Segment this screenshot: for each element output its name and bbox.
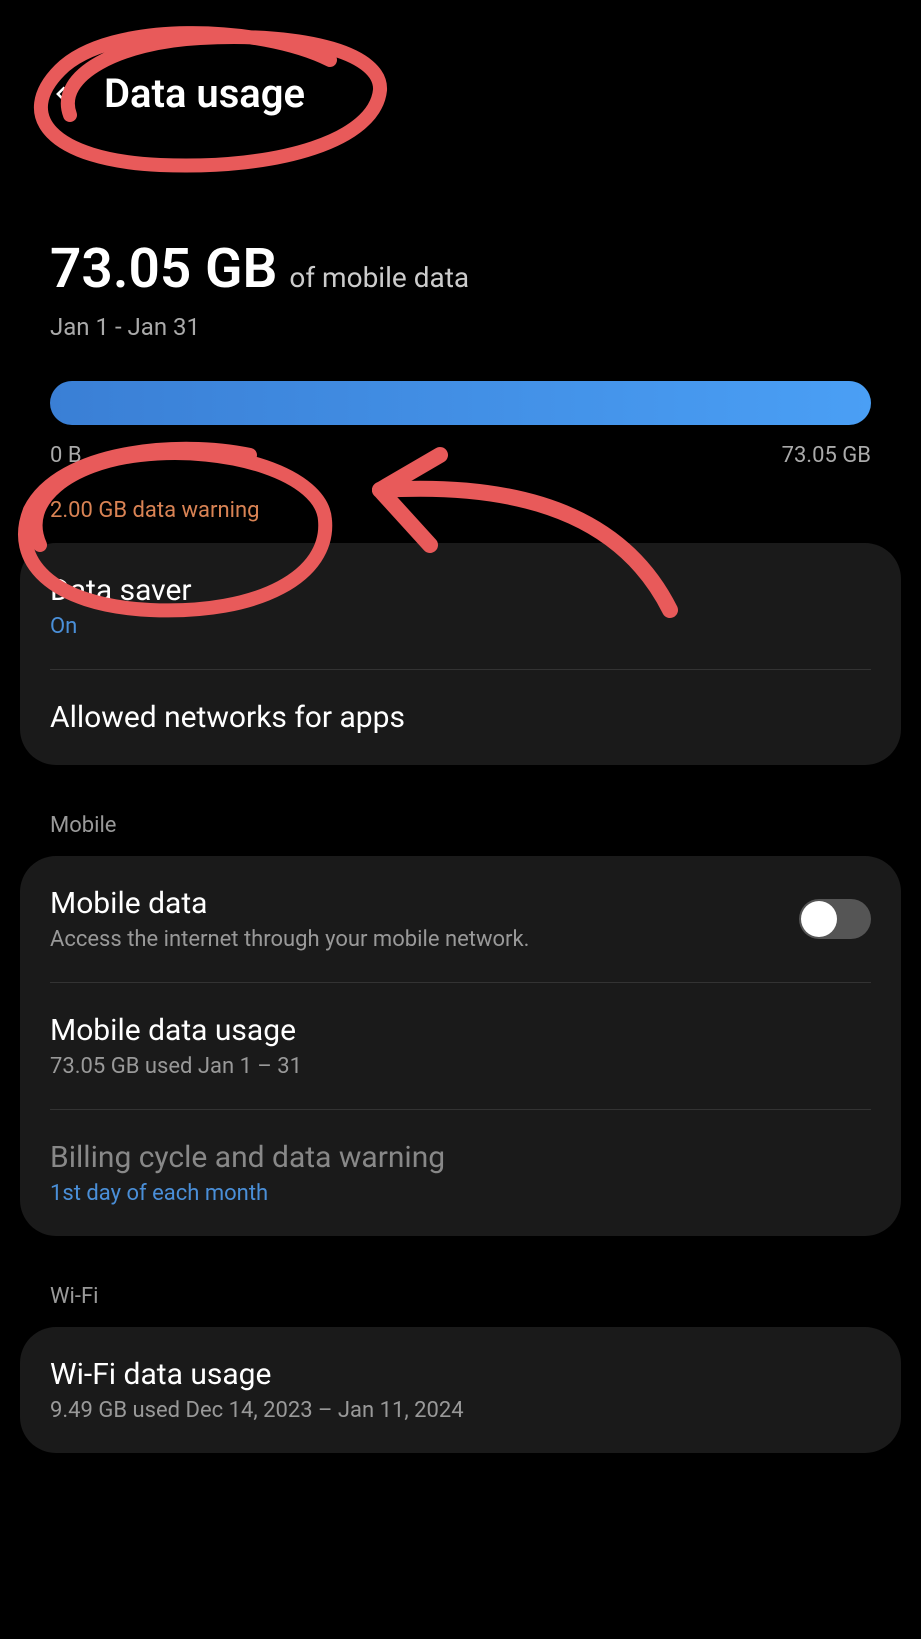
bar-max-label: 73.05 GB bbox=[782, 443, 871, 468]
section-header-wifi: Wi-Fi bbox=[0, 1236, 921, 1327]
mobile-data-item[interactable]: Mobile data Access the internet through … bbox=[20, 856, 901, 982]
usage-progress-bar[interactable] bbox=[50, 381, 871, 425]
mobile-data-usage-title: Mobile data usage bbox=[50, 1013, 871, 1048]
card-wifi: Wi-Fi data usage 9.49 GB used Dec 14, 20… bbox=[20, 1327, 901, 1453]
wifi-usage-title: Wi-Fi data usage bbox=[50, 1357, 871, 1392]
data-warning-label: 2.00 GB data warning bbox=[50, 498, 871, 523]
usage-summary: 73.05 GB of mobile data Jan 1 - Jan 31 0… bbox=[0, 117, 921, 523]
usage-value: 73.05 GB bbox=[50, 237, 277, 301]
mobile-data-usage-sub: 73.05 GB used Jan 1 – 31 bbox=[50, 1054, 871, 1079]
usage-label: of mobile data bbox=[289, 261, 469, 294]
mobile-data-sub: Access the internet through your mobile … bbox=[50, 927, 799, 952]
data-saver-item[interactable]: Data saver On bbox=[20, 543, 901, 669]
billing-cycle-title: Billing cycle and data warning bbox=[50, 1140, 871, 1175]
allowed-networks-item[interactable]: Allowed networks for apps bbox=[20, 670, 901, 765]
back-icon[interactable] bbox=[50, 82, 74, 106]
mobile-data-title: Mobile data bbox=[50, 886, 799, 921]
allowed-networks-title: Allowed networks for apps bbox=[50, 700, 871, 735]
data-saver-title: Data saver bbox=[50, 573, 871, 608]
billing-cycle-item[interactable]: Billing cycle and data warning 1st day o… bbox=[20, 1110, 901, 1236]
toggle-knob bbox=[801, 901, 837, 937]
mobile-data-usage-item[interactable]: Mobile data usage 73.05 GB used Jan 1 – … bbox=[20, 983, 901, 1109]
mobile-data-toggle[interactable] bbox=[799, 899, 871, 939]
usage-line: 73.05 GB of mobile data bbox=[50, 237, 871, 301]
page-title: Data usage bbox=[104, 70, 305, 117]
data-saver-status: On bbox=[50, 614, 871, 639]
section-header-mobile: Mobile bbox=[0, 765, 921, 856]
card-data-options: Data saver On Allowed networks for apps bbox=[20, 543, 901, 765]
billing-cycle-sub: 1st day of each month bbox=[50, 1181, 871, 1206]
bar-labels: 0 B 73.05 GB bbox=[50, 443, 871, 468]
usage-period: Jan 1 - Jan 31 bbox=[50, 313, 871, 341]
card-mobile: Mobile data Access the internet through … bbox=[20, 856, 901, 1236]
bar-min-label: 0 B bbox=[50, 443, 82, 468]
wifi-usage-sub: 9.49 GB used Dec 14, 2023 – Jan 11, 2024 bbox=[50, 1398, 871, 1423]
wifi-data-usage-item[interactable]: Wi-Fi data usage 9.49 GB used Dec 14, 20… bbox=[20, 1327, 901, 1453]
header: Data usage bbox=[0, 0, 921, 117]
